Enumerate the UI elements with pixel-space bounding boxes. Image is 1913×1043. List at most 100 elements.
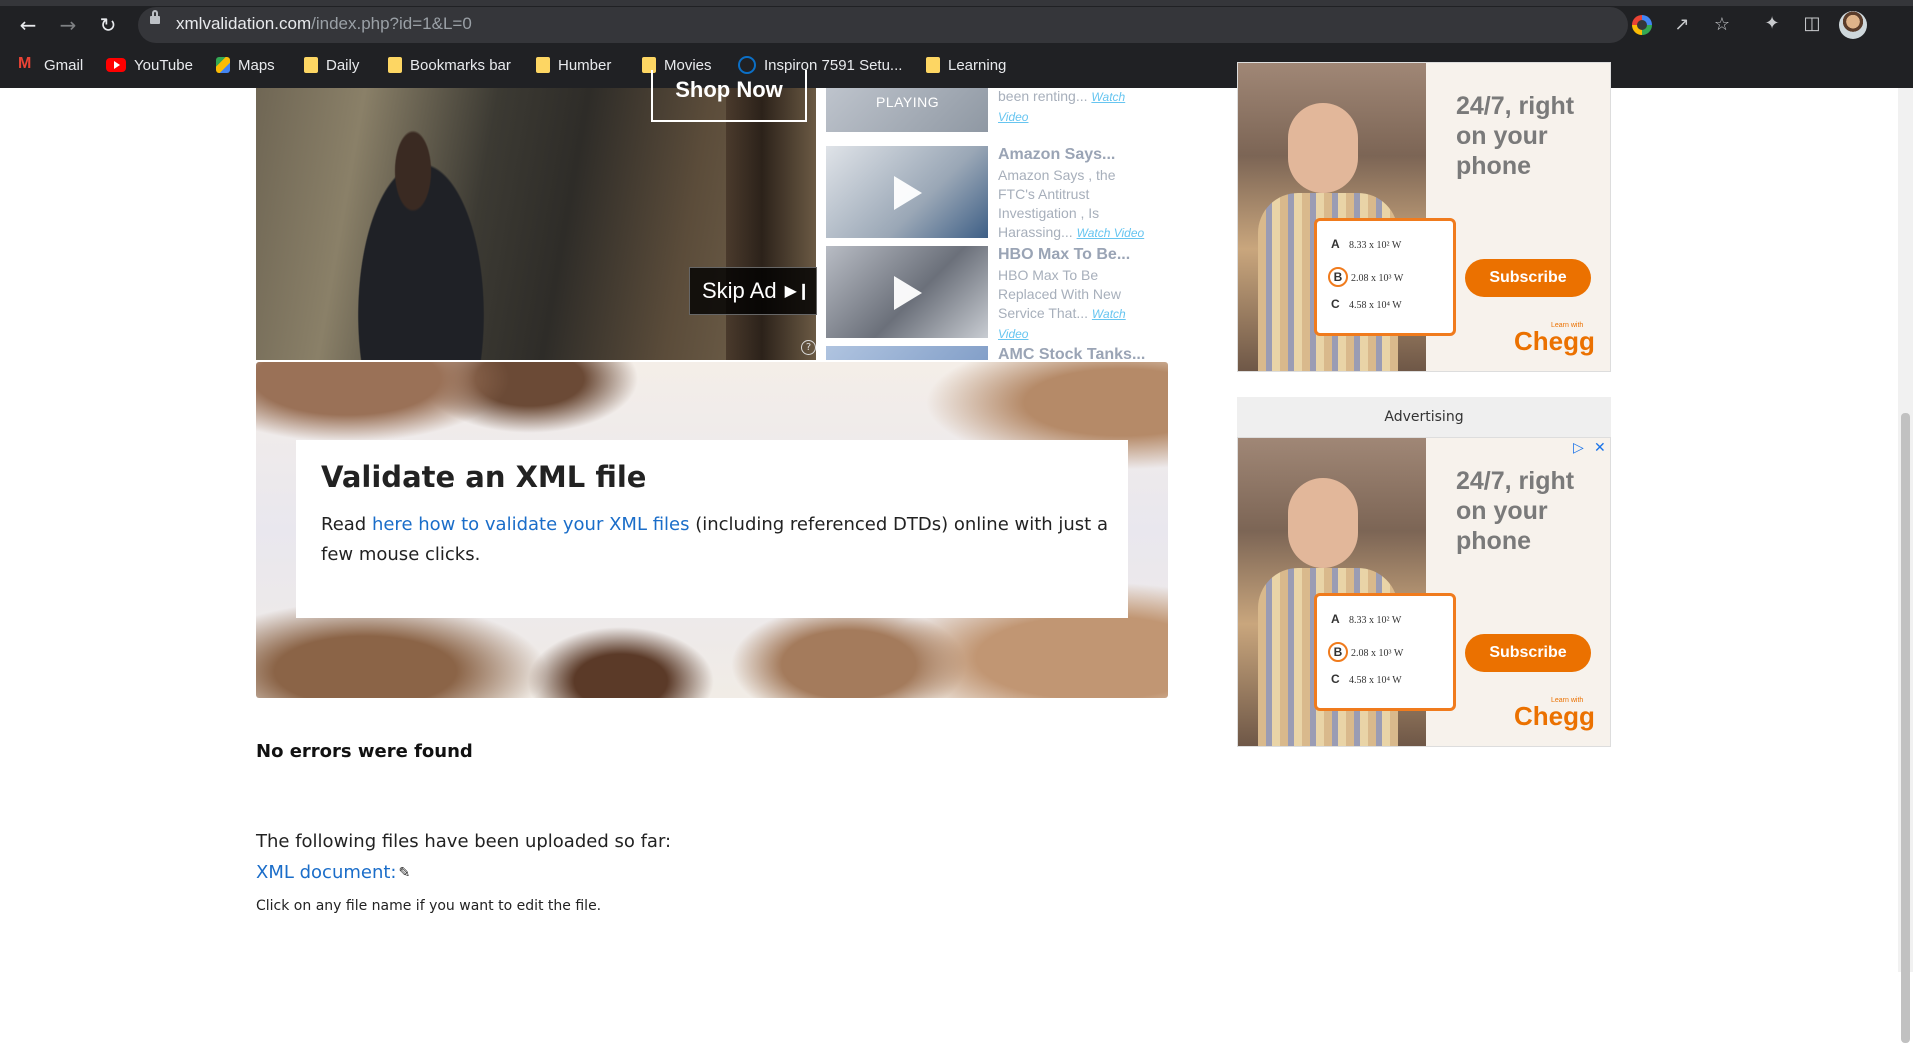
video-title: AMC Stock Tanks... — [998, 346, 1146, 360]
hero-description: Read here how to validate your XML files… — [321, 510, 1121, 570]
validation-status: No errors were found — [256, 741, 473, 762]
video-thumbnail — [826, 146, 988, 238]
subscribe-button[interactable]: Subscribe — [1465, 634, 1591, 672]
quiz-option: C 4.58 x 10⁴ W — [1331, 297, 1402, 311]
skip-ad-button[interactable]: Skip Ad ▶❙ — [689, 267, 817, 315]
url-text[interactable]: xmlvalidation.com/index.php?id=1&L=0 — [176, 14, 472, 34]
folder-icon — [388, 57, 402, 73]
watch-video-link[interactable]: Watch Video — [1077, 226, 1145, 240]
forward-arrow-icon[interactable]: → — [54, 11, 82, 39]
play-icon — [894, 276, 922, 310]
profile-avatar[interactable] — [1839, 11, 1867, 39]
side-panel-icon[interactable]: ◫ — [1800, 12, 1824, 36]
bookmark-daily[interactable]: Daily — [304, 54, 359, 76]
browser-toolbar: ← → ↻ xmlvalidation.com/index.php?id=1&L… — [0, 0, 1913, 88]
bookmark-label: Humber — [558, 56, 612, 74]
bookmark-learning[interactable]: Learning — [926, 54, 1006, 76]
xml-document-label: XML document: — [256, 862, 397, 883]
video-ad-background — [726, 88, 816, 360]
chegg-logo: Chegg — [1514, 701, 1595, 731]
quiz-letter: B — [1328, 642, 1348, 662]
page-scrollbar[interactable] — [1898, 88, 1913, 1043]
folder-icon — [536, 57, 550, 73]
quiz-letter: C — [1331, 297, 1340, 311]
video-list-item[interactable]: PLAYING Bankruptcy Hertz has been rentin… — [826, 88, 1156, 135]
video-description: Bankruptcy Hertz has been renting... Wat… — [998, 88, 1148, 127]
close-ad-icon[interactable]: ✕ — [1594, 440, 1606, 456]
folder-icon — [926, 57, 940, 73]
quiz-text: 8.33 x 10² W — [1349, 240, 1402, 251]
page-title: Validate an XML file — [321, 460, 647, 494]
ad-photo-face — [1288, 103, 1358, 193]
ad-headline: 24/7, right on your phone — [1456, 92, 1575, 180]
bookmark-label: Maps — [238, 56, 275, 74]
quiz-text: 4.58 x 10⁴ W — [1349, 300, 1402, 311]
quiz-letter: C — [1331, 672, 1340, 686]
quiz-letter: B — [1328, 267, 1348, 287]
video-list-item[interactable]: Amazon Says... Amazon Says , the FTC's A… — [826, 146, 1156, 241]
bookmark-youtube[interactable]: YouTube — [106, 54, 193, 76]
hero-card: Validate an XML file Read here how to va… — [296, 440, 1128, 618]
bookmark-maps[interactable]: Maps — [216, 54, 275, 76]
ad-photo-face — [1288, 478, 1358, 568]
gmail-icon — [18, 55, 36, 73]
video-thumbnail — [826, 346, 988, 360]
video-ad-player[interactable] — [256, 88, 816, 360]
skip-next-icon: ▶❙ — [784, 283, 811, 300]
share-icon[interactable]: ↗ — [1670, 13, 1694, 37]
edit-hint: Click on any file name if you want to ed… — [256, 898, 602, 914]
quiz-letter: A — [1331, 612, 1340, 626]
chegg-ad-bottom[interactable]: ▷ ✕ 24/7, right on your phone A 8.33 x 10… — [1237, 437, 1611, 747]
video-description: Amazon Says , the FTC's Antitrust Invest… — [998, 166, 1148, 243]
reload-icon[interactable]: ↻ — [94, 11, 122, 39]
back-arrow-icon[interactable]: ← — [14, 11, 42, 39]
extensions-puzzle-icon[interactable]: ✦ — [1760, 12, 1784, 36]
quiz-option: B 2.08 x 10³ W — [1328, 267, 1404, 287]
bookmark-gmail[interactable]: Gmail — [18, 54, 83, 76]
quiz-option: A 8.33 x 10² W — [1331, 612, 1401, 626]
bookmark-label: Daily — [326, 56, 360, 74]
xml-document-link[interactable]: XML document: ✎ — [256, 862, 410, 883]
tab-strip-edge — [0, 0, 1913, 6]
advertising-label: Advertising — [1237, 397, 1611, 437]
folder-icon — [304, 57, 318, 73]
subscribe-button[interactable]: Subscribe — [1465, 259, 1591, 297]
video-list-item[interactable]: AMC Stock Tanks... — [826, 346, 1156, 360]
quiz-option: A 8.33 x 10² W — [1331, 237, 1401, 251]
quiz-option: C 4.58 x 10⁴ W — [1331, 672, 1402, 686]
hero-banner: Validate an XML file Read here how to va… — [256, 362, 1168, 698]
play-icon — [894, 176, 922, 210]
playing-label: PLAYING — [876, 94, 940, 110]
ad-quiz-card: A 8.33 x 10² W B 2.08 x 10³ W C 4.58 x 10⁴ … — [1314, 593, 1456, 711]
lock-icon[interactable] — [150, 10, 160, 24]
url-host: xmlvalidation.com — [176, 14, 312, 33]
chegg-ad-top[interactable]: 24/7, right on your phone A 8.33 x 10² W … — [1237, 62, 1611, 372]
bookmark-humber[interactable]: Humber — [536, 54, 611, 76]
video-list-item[interactable]: HBO Max To Be... HBO Max To Be Replaced … — [826, 246, 1156, 341]
how-to-validate-link[interactable]: here how to validate your XML files — [372, 514, 690, 535]
url-path: /index.php?id=1&L=0 — [311, 14, 472, 33]
uploaded-files-label: The following files have been uploaded s… — [256, 831, 672, 852]
bookmarks-bar: Gmail YouTube Maps Daily Bookmarks bar H… — [0, 50, 1913, 80]
video-thumbnail — [826, 246, 988, 338]
ad-help-icon[interactable]: ? — [801, 340, 816, 355]
bookmark-bookmarks-bar[interactable]: Bookmarks bar — [388, 54, 511, 76]
ad-headline: 24/7, right on your phone — [1456, 467, 1575, 555]
quiz-text: 4.58 x 10⁴ W — [1349, 675, 1402, 686]
quiz-option: B 2.08 x 10³ W — [1328, 642, 1403, 662]
ad-quiz-card: A 8.33 x 10² W B 2.08 x 10³ W C 4.58 x 10⁴ … — [1314, 218, 1456, 336]
adchoices-icon[interactable]: ▷ — [1573, 440, 1584, 456]
maps-icon — [216, 57, 230, 73]
shop-now-button[interactable]: Shop Now — [651, 70, 807, 122]
google-lens-icon[interactable] — [1632, 15, 1652, 35]
quiz-text: 2.08 x 10³ W — [1351, 273, 1404, 284]
bookmark-label: Gmail — [44, 56, 84, 74]
video-thumbnail: PLAYING — [826, 88, 988, 132]
video-playlist: PLAYING Bankruptcy Hertz has been rentin… — [826, 88, 1156, 360]
chegg-logo: Chegg — [1514, 326, 1595, 356]
bookmark-label: Learning — [948, 56, 1007, 74]
video-title: Amazon Says... — [998, 146, 1116, 163]
bookmark-star-icon[interactable]: ☆ — [1710, 13, 1734, 37]
scrollbar-thumb[interactable] — [1901, 413, 1910, 1043]
quiz-text: 8.33 x 10² W — [1349, 615, 1402, 626]
